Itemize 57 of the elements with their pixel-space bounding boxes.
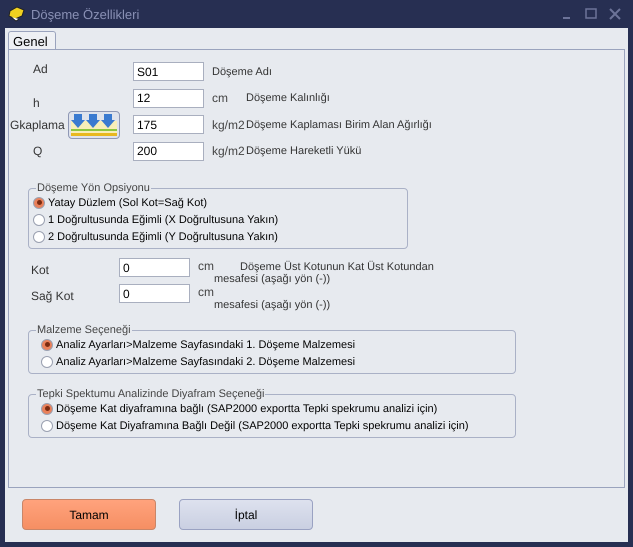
- field-label: h: [32, 96, 40, 110]
- text-field[interactable]: 200: [133, 142, 204, 160]
- maximize-icon[interactable]: [584, 7, 598, 21]
- radio-option[interactable]: Döşeme Kat Diyaframına Bağlı Değil (SAP2000 exportta Tepki spekrumu analizi için): [41, 417, 515, 434]
- option-label: Döşeme Kat diyaframına bağlı (SAP2000 exportta Tepki spekrumu analizi için): [56, 402, 438, 414]
- tab[interactable]: Genel: [8, 31, 56, 49]
- radio-button[interactable]: [41, 420, 53, 432]
- text-field[interactable]: S01: [133, 62, 204, 81]
- load-button[interactable]: [68, 111, 120, 139]
- field-label: Sağ Kot: [31, 289, 75, 303]
- option-label: Yatay Düzlem (Sol Kot=Sağ Kot): [48, 196, 208, 208]
- radio-option[interactable]: Analiz Ayarları>Malzeme Sayfasındaki 2. Döşeme Malzemesi: [41, 353, 515, 370]
- group-title: Malzeme Seçeneği: [36, 324, 132, 336]
- field-label: Gkaplama: [9, 118, 65, 132]
- text-field[interactable]: 0: [119, 258, 190, 277]
- group-title: Döşeme Yön Opsiyonu: [36, 182, 151, 194]
- group-title: Tepki Spektumu Analizinde Diyafram Seçeneği: [36, 388, 266, 400]
- unit-label: cm: [211, 91, 229, 105]
- radio-option[interactable]: Yatay Düzlem (Sol Kot=Sağ Kot): [33, 194, 407, 211]
- option-label: Analiz Ayarları>Malzeme Sayfasındaki 1. Döşeme Malzemesi: [56, 338, 356, 350]
- unit-label: cm: [197, 259, 214, 273]
- radio-button[interactable]: [33, 230, 45, 242]
- radio-option[interactable]: Analiz Ayarları>Malzeme Sayfasındaki 1. Döşeme Malzemesi: [41, 336, 515, 353]
- note-text: mesafesi (aşağı yön (-)): [214, 299, 330, 311]
- field-description: Döşeme Adı: [212, 66, 272, 78]
- radio-button[interactable]: [41, 338, 53, 350]
- radio-option[interactable]: 2 Doğrultusunda Eğimli (Y Doğrultusuna Yakın): [33, 228, 407, 245]
- option-label: Analiz Ayarları>Malzeme Sayfasındaki 2. Döşeme Malzemesi: [56, 356, 356, 368]
- app-icon: [7, 5, 27, 23]
- radio-option[interactable]: Döşeme Kat diyaframına bağlı (SAP2000 exportta Tepki spekrumu analizi için): [41, 400, 515, 417]
- unit-label: cm: [197, 285, 214, 299]
- option-label: 2 Doğrultusunda Eğimli (Y Doğrultusuna Yakın): [48, 230, 278, 242]
- field-label: Ad: [32, 62, 48, 76]
- radio-button[interactable]: [41, 356, 53, 368]
- dialog-button[interactable]: İptal: [179, 499, 313, 530]
- note-text: mesafesi (aşağı yön (-)): [214, 273, 332, 285]
- option-label: Döşeme Kat Diyaframına Bağlı Değil (SAP2000 exportta Tepki spekrumu analizi için): [56, 420, 468, 432]
- field-label: Kot: [31, 263, 50, 277]
- unit-label: kg/m2: [211, 144, 246, 158]
- field-description: Döşeme Kalınlığı: [246, 92, 330, 104]
- field-label: Q: [32, 144, 42, 158]
- option-label: 1 Doğrultusunda Eğimli (X Doğrultusuna Yakın): [48, 214, 278, 226]
- field-description: Döşeme Kaplaması Birim Alan Ağırlığı: [246, 118, 432, 130]
- load-arrows-icon: [70, 113, 118, 137]
- radio-button[interactable]: [41, 402, 53, 414]
- text-field[interactable]: 0: [119, 284, 190, 303]
- radio-button[interactable]: [33, 214, 45, 226]
- window-title: Döşeme Özellikleri: [31, 6, 140, 22]
- close-icon[interactable]: [608, 7, 622, 21]
- dialog-button[interactable]: Tamam: [22, 499, 156, 530]
- note-text: Döşeme Üst Kotunun Kat Üst Kotundan: [239, 261, 434, 273]
- text-field[interactable]: 175: [133, 115, 204, 134]
- radio-option[interactable]: 1 Doğrultusunda Eğimli (X Doğrultusuna Yakın): [33, 211, 407, 228]
- field-description: Döşeme Hareketli Yükü: [246, 145, 362, 157]
- text-field[interactable]: 12: [133, 88, 204, 108]
- radio-button[interactable]: [33, 196, 45, 208]
- unit-label: kg/m2: [211, 118, 246, 132]
